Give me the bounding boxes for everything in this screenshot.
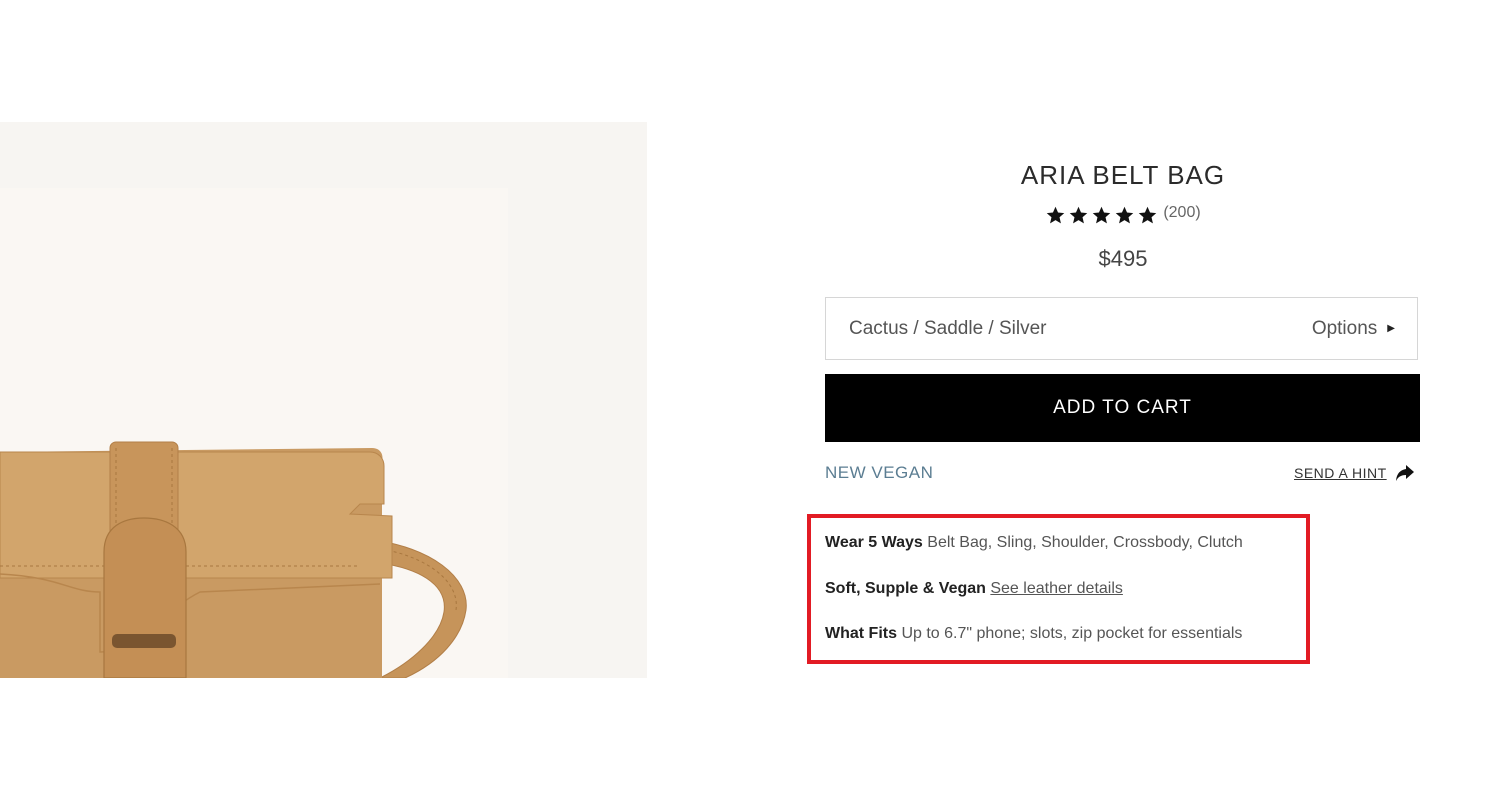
product-price: $495 <box>1098 246 1148 271</box>
star-icon <box>1047 206 1065 224</box>
caret-right-icon: ▶ <box>1387 323 1395 334</box>
belt-bag-illustration <box>0 441 467 678</box>
feature-wear-ways: Wear 5 Ways Belt Bag, Sling, Shoulder, C… <box>825 534 1243 552</box>
product-title: ARIA BELT BAG <box>1020 160 1226 190</box>
leather-details-link[interactable]: See leather details <box>990 580 1123 597</box>
options-label: Options <box>1311 317 1378 339</box>
send-hint-link[interactable]: SEND A HINT <box>1294 464 1415 482</box>
selected-variant: Cactus / Saddle / Silver <box>849 317 1047 339</box>
product-tag: NEW VEGAN <box>825 463 934 482</box>
star-icon <box>1139 206 1157 224</box>
feature-text: Up to 6.7" phone; slots, zip pocket for … <box>901 625 1243 642</box>
feature-label: What Fits <box>825 625 897 642</box>
add-to-cart-button[interactable]: ADD TO CART <box>825 374 1420 442</box>
star-icon <box>1093 206 1111 224</box>
variant-selector[interactable]: Cactus / Saddle / Silver Options ▶ <box>825 297 1418 360</box>
feature-label: Wear 5 Ways <box>825 534 923 551</box>
feature-what-fits: What Fits Up to 6.7" phone; slots, zip p… <box>825 625 1242 643</box>
star-icon <box>1070 206 1088 224</box>
product-image[interactable] <box>0 122 647 678</box>
feature-text: Belt Bag, Sling, Shoulder, Crossbody, Cl… <box>927 534 1243 551</box>
product-rating[interactable]: (200) <box>826 204 1420 226</box>
feature-vegan: Soft, Supple & Vegan See leather details <box>825 580 1123 598</box>
star-icon <box>1116 206 1134 224</box>
feature-label: Soft, Supple & Vegan <box>825 580 986 597</box>
options-toggle[interactable]: Options ▶ <box>1312 318 1395 340</box>
share-arrow-icon <box>1395 465 1414 481</box>
send-hint-label: SEND A HINT <box>1294 465 1387 481</box>
review-count[interactable]: (200) <box>1163 204 1200 222</box>
star-rating <box>1045 205 1158 226</box>
